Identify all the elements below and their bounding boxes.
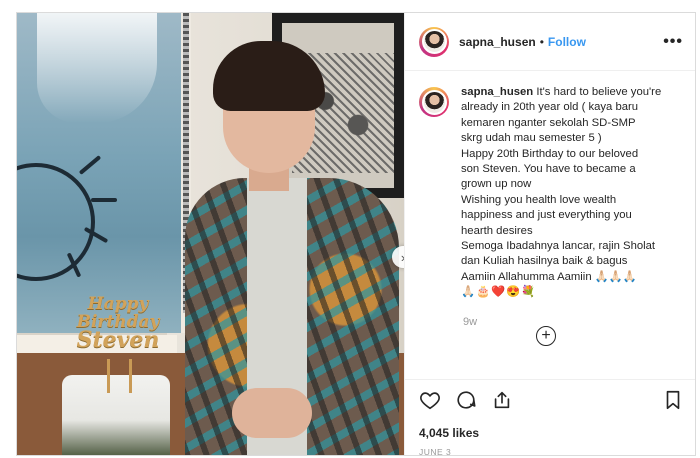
caption-avatar[interactable] xyxy=(419,87,449,117)
caption-line: hearth desires xyxy=(461,224,533,237)
caption-line: Wishing you health love wealth xyxy=(461,193,617,206)
instagram-post: Happy Birthday Steven › sapna_husen • Fo… xyxy=(16,12,696,456)
separator-dot: • xyxy=(539,34,544,49)
cake-topper: Happy Birthday Steven xyxy=(73,295,163,351)
caption-line: dan Kuliah hasilnya baik & bagus xyxy=(461,255,628,268)
birthday-cake xyxy=(62,375,170,455)
header-username[interactable]: sapna_husen xyxy=(459,35,536,49)
caption-line: Aamiin Allahumma Aamiin 🙏🏻🙏🏻🙏🏻 xyxy=(461,270,637,283)
caption-text: sapna_husen It's hard to believe you're a… xyxy=(461,85,676,301)
caption-line: Happy 20th Birthday to our beloved xyxy=(461,147,639,160)
caption-age[interactable]: 9w xyxy=(463,316,477,328)
post-actions: 4,045 likes JUNE 3 xyxy=(405,379,695,455)
post-header: sapna_husen • Follow ••• xyxy=(405,13,695,71)
topper-stick xyxy=(107,359,110,393)
caption-line: skrg udah mau semester 5 ) xyxy=(461,132,602,145)
caption-line: kemaren nganter sekolah SD-SMP xyxy=(461,116,636,129)
post-date[interactable]: JUNE 3 xyxy=(419,447,451,455)
caption-comment: sapna_husen It's hard to believe you're a… xyxy=(419,85,689,301)
caption-line: son Steven. You have to became a xyxy=(461,163,636,176)
caption-line: It's hard to believe you're xyxy=(536,86,662,98)
caption-line: Semoga Ibadahnya lancar, rajin Sholat xyxy=(461,240,656,253)
caption-emoji-line: 🙏🏻🎂❤️😍💐 xyxy=(461,286,537,299)
plus-icon: + xyxy=(541,327,551,344)
topper-line-1: Happy xyxy=(87,294,149,314)
heart-icon[interactable] xyxy=(419,389,441,411)
share-icon[interactable] xyxy=(491,389,513,411)
likes-count[interactable]: 4,045 likes xyxy=(419,426,479,440)
profile-avatar[interactable] xyxy=(419,26,449,57)
caption-username[interactable]: sapna_husen xyxy=(461,86,533,98)
more-options-icon[interactable]: ••• xyxy=(663,33,683,51)
caption-line: grown up now xyxy=(461,178,532,191)
caption-line: already in 20th year old ( kaya baru xyxy=(461,101,639,114)
bookmark-icon[interactable] xyxy=(662,389,684,411)
follow-button[interactable]: Follow xyxy=(548,35,586,49)
person-hands xyxy=(232,388,312,438)
photo-window xyxy=(17,13,191,333)
topper-line-3: Steven xyxy=(76,327,160,353)
post-photo[interactable]: Happy Birthday Steven › xyxy=(17,13,404,455)
load-more-comments-button[interactable]: + xyxy=(536,326,556,346)
topper-stick xyxy=(129,359,132,393)
post-side-panel: sapna_husen • Follow ••• sapna_husen It'… xyxy=(404,13,695,455)
caption-line: happiness and just everything you xyxy=(461,209,632,222)
comment-icon[interactable] xyxy=(455,389,477,411)
